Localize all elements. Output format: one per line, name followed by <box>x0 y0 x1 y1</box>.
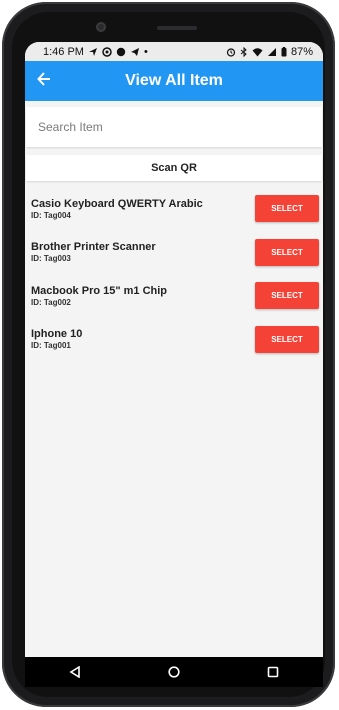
page-title: View All Item <box>125 72 223 89</box>
nav-recents-button[interactable] <box>253 657 293 687</box>
battery-icon <box>281 46 287 56</box>
earpiece-speaker <box>157 26 197 30</box>
item-name: Macbook Pro 15" m1 Chip <box>31 284 168 297</box>
telegram-icon <box>130 47 139 56</box>
item-info: Iphone 10 ID: Tag001 <box>31 328 82 350</box>
app-screen: 1:46 PM • 87% View All Item Scan QR Casi <box>25 42 323 657</box>
list-item: Macbook Pro 15" m1 Chip ID: Tag002 SELEC… <box>25 274 323 318</box>
item-id: ID: Tag003 <box>31 254 71 264</box>
item-info: Macbook Pro 15" m1 Chip ID: Tag002 <box>31 285 167 307</box>
status-left: 1:46 PM • <box>43 46 148 58</box>
status-time: 1:46 PM <box>43 45 84 58</box>
back-triangle-icon <box>69 666 80 678</box>
status-bar: 1:46 PM • 87% <box>25 42 323 61</box>
search-box <box>26 107 322 147</box>
alarm-icon <box>226 47 236 57</box>
chrome-icon <box>102 46 112 57</box>
list-item: Casio Keyboard QWERTY Arabic ID: Tag004 … <box>25 187 323 231</box>
item-name: Iphone 10 <box>31 328 83 341</box>
item-id: ID: Tag001 <box>31 341 71 351</box>
item-info: Casio Keyboard QWERTY Arabic ID: Tag004 <box>31 198 203 220</box>
scan-qr-button[interactable]: Scan QR <box>26 155 322 181</box>
item-id: ID: Tag002 <box>31 297 71 307</box>
home-circle-icon <box>168 666 180 678</box>
system-nav-bar <box>25 657 323 687</box>
search-input[interactable] <box>36 119 280 135</box>
more-notifications-dot: • <box>143 45 148 58</box>
battery-percent: 87% <box>290 45 313 58</box>
nav-back-button[interactable] <box>55 657 95 687</box>
item-name: Casio Keyboard QWERTY Arabic <box>31 197 203 210</box>
select-button[interactable]: SELECT <box>255 238 319 266</box>
item-name: Brother Printer Scanner <box>31 241 156 254</box>
item-info: Brother Printer Scanner ID: Tag003 <box>31 241 156 263</box>
wifi-icon <box>252 47 263 56</box>
messenger-icon <box>116 47 126 56</box>
recents-square-icon <box>268 666 279 678</box>
select-button[interactable]: SELECT <box>255 195 319 223</box>
item-list: Casio Keyboard QWERTY Arabic ID: Tag004 … <box>25 187 323 361</box>
app-bar: View All Item <box>25 61 323 101</box>
front-camera <box>96 22 106 32</box>
status-right: 87% <box>226 46 313 58</box>
signal-icon <box>267 47 276 56</box>
navigation-icon <box>88 47 97 56</box>
list-item: Iphone 10 ID: Tag001 SELECT <box>25 318 323 362</box>
list-item: Brother Printer Scanner ID: Tag003 SELEC… <box>25 231 323 275</box>
select-button[interactable]: SELECT <box>255 325 319 353</box>
nav-home-button[interactable] <box>154 657 194 687</box>
bluetooth-icon <box>240 46 247 57</box>
item-id: ID: Tag004 <box>31 210 71 220</box>
select-button[interactable]: SELECT <box>255 282 319 310</box>
